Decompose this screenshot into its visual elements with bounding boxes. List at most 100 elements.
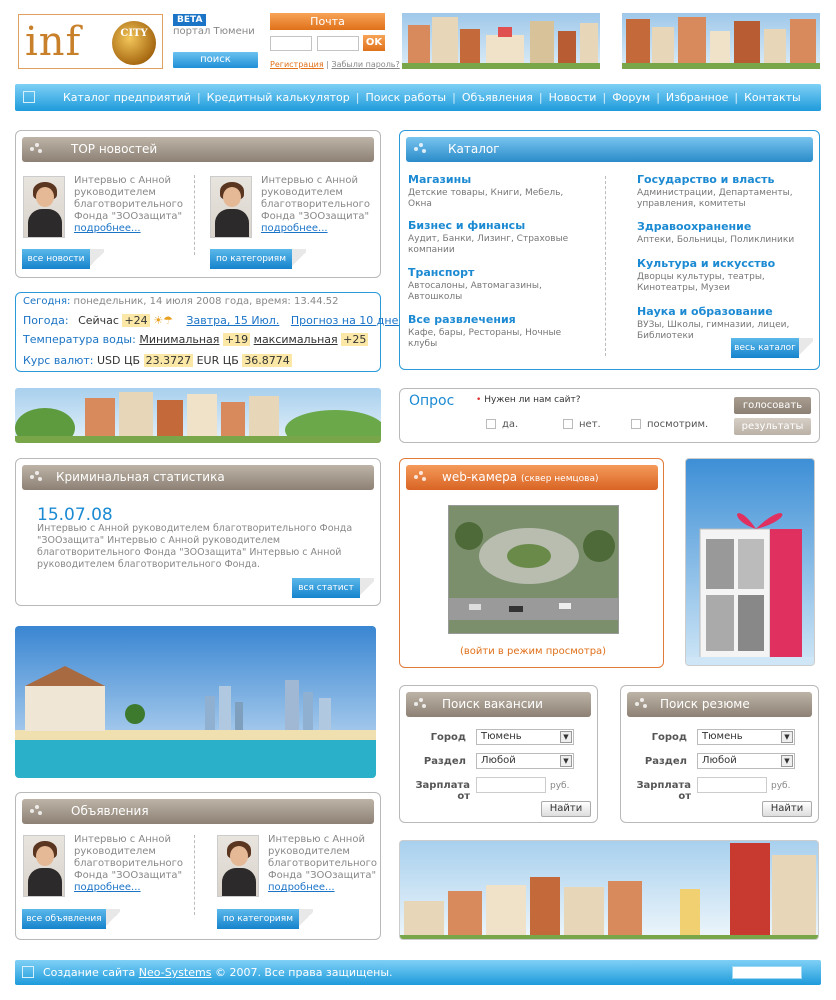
- divider: [194, 175, 195, 255]
- nav-item-favorites[interactable]: Избранное: [666, 91, 728, 104]
- nav-item-catalog[interactable]: Каталог предприятий: [63, 91, 191, 104]
- ad-photo-1[interactable]: [23, 835, 65, 897]
- catalog-section-link[interactable]: Магазины: [408, 173, 586, 186]
- mail-button[interactable]: Почта: [270, 13, 385, 30]
- news-item-2: Интервью с Анной руководителем благотвор…: [261, 175, 376, 235]
- site-logo[interactable]: inf CITY: [18, 14, 163, 69]
- vacancy-salary-label: Зарплата от: [415, 780, 470, 802]
- checkbox-icon: [22, 966, 34, 978]
- buildings-illustration: [402, 17, 600, 69]
- poll-option-3[interactable]: посмотрим.: [631, 419, 708, 430]
- chevron-down-icon[interactable]: ▼: [781, 755, 793, 767]
- login-input[interactable]: [270, 36, 312, 51]
- webcam-view-link[interactable]: (войти в режим просмотра): [460, 646, 606, 657]
- webcam-image[interactable]: [448, 505, 619, 634]
- ads-box: Объявления Интервью с Анной руководителе…: [15, 792, 381, 940]
- chevron-down-icon[interactable]: ▼: [781, 731, 793, 743]
- checkbox[interactable]: [563, 419, 573, 429]
- catalog-section-text: Аптеки, Больницы, Поликлиники: [637, 235, 795, 245]
- forecast-link[interactable]: Прогноз на 10 дней: [291, 314, 406, 327]
- tomorrow-weather-link[interactable]: Завтра, 15 Июл.: [186, 314, 279, 327]
- register-link[interactable]: Регистрация: [270, 60, 324, 69]
- chevron-down-icon[interactable]: ▼: [560, 755, 572, 767]
- search-button[interactable]: поиск: [173, 52, 258, 68]
- checkbox[interactable]: [486, 419, 496, 429]
- nav-item-contacts[interactable]: Контакты: [744, 91, 801, 104]
- all-catalog-button[interactable]: весь каталог: [731, 338, 813, 358]
- nav-item-ads[interactable]: Объявления: [462, 91, 533, 104]
- results-button[interactable]: результаты: [734, 418, 811, 435]
- news-more-link[interactable]: подробнее...: [261, 223, 376, 235]
- weather-now-temp: +24: [122, 314, 150, 327]
- chevron-down-icon[interactable]: ▼: [560, 731, 572, 743]
- crime-title-bar: Криминальная статистика: [22, 465, 374, 490]
- checkbox[interactable]: [631, 419, 641, 429]
- vacancy-section-select[interactable]: Любой ▼: [476, 753, 574, 769]
- eur-label: EUR ЦБ: [196, 354, 239, 367]
- poll-option-2[interactable]: нет.: [563, 419, 601, 430]
- catalog-section-link[interactable]: Транспорт: [408, 266, 586, 279]
- beta-badge: BETA: [173, 14, 207, 26]
- catalog-section-link[interactable]: Государство и власть: [637, 173, 809, 186]
- eur-value: 36.8774: [242, 354, 292, 367]
- catalog-right-column: Государство и власть Администрации, Депар…: [637, 173, 809, 342]
- water-min-label[interactable]: Минимальная: [139, 333, 219, 346]
- news-categories-button[interactable]: по категориям: [210, 249, 306, 269]
- resume-salary-label: Зарплата от: [636, 780, 691, 802]
- news-photo-1[interactable]: [23, 176, 65, 238]
- vacancy-section-label: Раздел: [423, 756, 466, 767]
- catalog-section-link[interactable]: Бизнес и финансы: [408, 219, 586, 232]
- footer-search-input[interactable]: [732, 966, 802, 979]
- resume-salary-input[interactable]: [697, 777, 767, 793]
- water-max-label[interactable]: максимальная: [254, 333, 338, 346]
- resume-currency: руб.: [771, 781, 791, 791]
- catalog-section-link[interactable]: Все развлечения: [408, 313, 586, 326]
- vacancy-city-select[interactable]: Тюмень ▼: [476, 729, 574, 745]
- resume-section-label: Раздел: [644, 756, 687, 767]
- info-box: Сегодня: понедельник, 14 июля 2008 года,…: [15, 292, 406, 372]
- password-input[interactable]: [317, 36, 359, 51]
- dots-icon: [30, 143, 44, 155]
- resume-section-select[interactable]: Любой ▼: [697, 753, 795, 769]
- all-ads-button[interactable]: все объявления: [22, 909, 120, 929]
- ads-title-bar: Объявления: [22, 799, 374, 824]
- vacancy-salary-input[interactable]: [476, 777, 546, 793]
- sea-banner[interactable]: [15, 626, 376, 778]
- dots-icon: [30, 471, 44, 483]
- catalog-section-link[interactable]: Здравоохранение: [637, 220, 809, 233]
- news-photo-2[interactable]: [210, 176, 252, 238]
- gift-house-banner[interactable]: [685, 458, 815, 666]
- portal-subtitle: портал Тюмени: [173, 26, 255, 37]
- rates-label: Курс валют:: [23, 354, 94, 367]
- nav-item-news[interactable]: Новости: [549, 91, 597, 104]
- today-value: понедельник, 14 июля 2008 года, время: 1…: [73, 296, 339, 307]
- webcam-title: web-камера (сквер немцова): [442, 465, 598, 492]
- login-ok-button[interactable]: OK: [363, 35, 385, 51]
- sea-illustration: [15, 666, 376, 778]
- all-news-button[interactable]: все новости: [22, 249, 104, 269]
- catalog-section-link[interactable]: Наука и образование: [637, 305, 809, 318]
- ad-more-link[interactable]: подробнее...: [74, 882, 189, 894]
- all-crime-stats-button[interactable]: вся статист: [292, 578, 374, 598]
- ad-photo-2[interactable]: [217, 835, 259, 897]
- nav-item-job-search[interactable]: Поиск работы: [365, 91, 446, 104]
- forgot-password-link[interactable]: Забыли пароль?: [331, 60, 399, 69]
- footer: Создание сайта Neo-Systems © 2007. Все п…: [15, 960, 821, 985]
- resume-find-button[interactable]: Найти: [762, 801, 812, 817]
- weather-now: Сейчас: [78, 314, 119, 327]
- vote-button[interactable]: голосовать: [734, 397, 811, 414]
- ads-categories-button[interactable]: по категориям: [217, 909, 313, 929]
- city-skyline-banner[interactable]: [399, 840, 819, 940]
- poll-option-1[interactable]: да.: [486, 419, 518, 430]
- vacancy-find-button[interactable]: Найти: [541, 801, 591, 817]
- select-value: Тюмень: [702, 731, 743, 742]
- news-item-text: Интервью с Анной руководителем благотвор…: [74, 175, 184, 222]
- resume-city-select[interactable]: Тюмень ▼: [697, 729, 795, 745]
- nav-item-forum[interactable]: Форум: [612, 91, 650, 104]
- ad-more-link[interactable]: подробнее...: [268, 882, 383, 894]
- webcam-title-text: web-камера: [442, 470, 518, 484]
- news-more-link[interactable]: подробнее...: [74, 223, 189, 235]
- catalog-section-link[interactable]: Культура и искусство: [637, 257, 809, 270]
- developer-link[interactable]: Neo-Systems: [139, 966, 212, 979]
- nav-item-credit-calculator[interactable]: Кредитный калькулятор: [207, 91, 350, 104]
